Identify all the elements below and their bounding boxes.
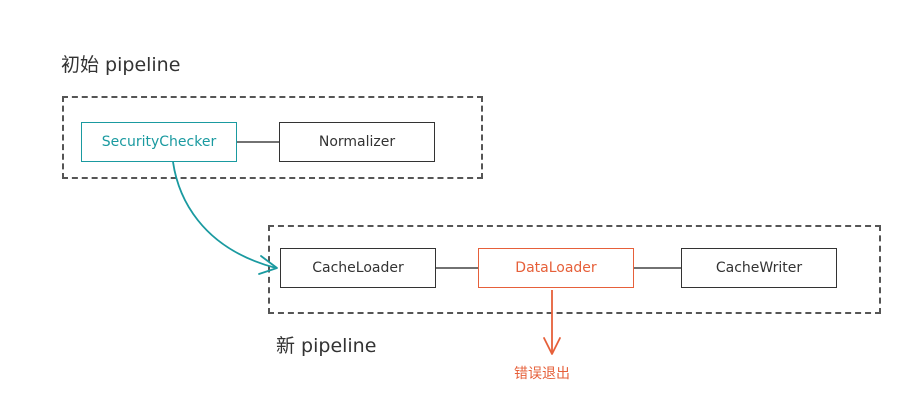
connectors-layer [172, 141, 681, 355]
error-exit-label: 错误退出 [514, 366, 570, 382]
teal-migration-arrow [172, 161, 277, 269]
